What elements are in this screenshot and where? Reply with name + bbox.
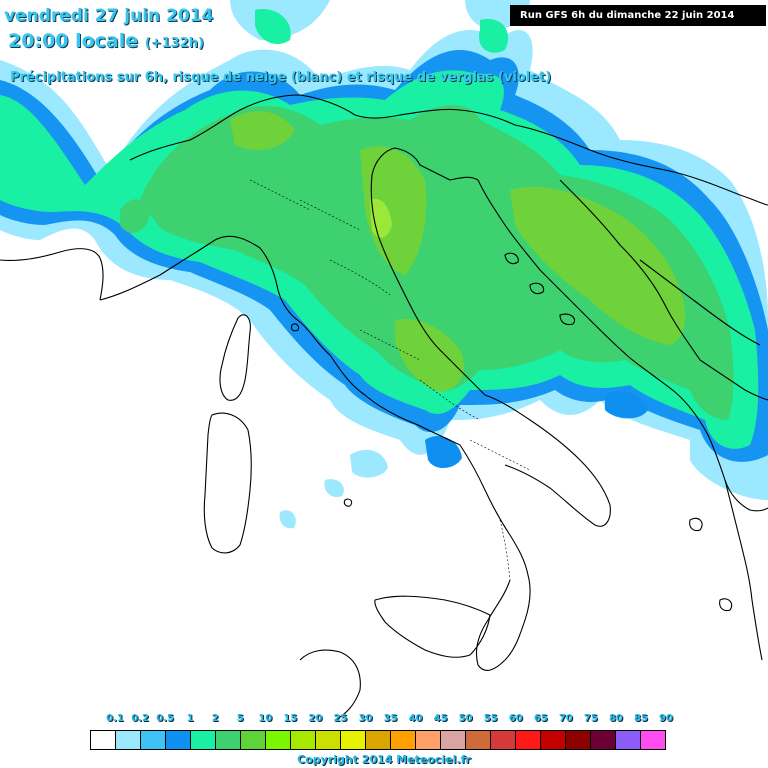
legend-label: 5	[236, 713, 244, 724]
legend-swatch	[541, 731, 566, 749]
legend-swatch	[641, 731, 665, 749]
legend-label: 0.2	[131, 713, 149, 724]
legend-label: 50	[458, 713, 473, 724]
legend-swatch	[466, 731, 491, 749]
legend-swatch	[191, 731, 216, 749]
legend-swatch	[266, 731, 291, 749]
legend-swatch	[216, 731, 241, 749]
legend-label: 1	[186, 713, 194, 724]
legend-label: 65	[533, 713, 548, 724]
forecast-time: 20:00 locale (+132h)	[8, 30, 204, 52]
legend-label: 30	[358, 713, 373, 724]
legend-label: 15	[283, 713, 298, 724]
legend-label: 60	[508, 713, 523, 724]
legend-swatch	[516, 731, 541, 749]
legend-swatch	[441, 731, 466, 749]
legend-label: 10	[258, 713, 273, 724]
legend-swatch	[291, 731, 316, 749]
legend-label: 25	[333, 713, 348, 724]
legend-swatch	[341, 731, 366, 749]
forecast-date: vendredi 27 juin 2014	[4, 6, 214, 26]
copyright-text: Copyright 2014 Meteociel.fr	[297, 753, 471, 766]
legend-swatch	[391, 731, 416, 749]
legend-label: 45	[433, 713, 448, 724]
forecast-time-label: 20:00 locale	[8, 30, 139, 52]
legend-label: 55	[483, 713, 498, 724]
legend-swatch	[416, 731, 441, 749]
legend-label: 80	[608, 713, 623, 724]
forecast-offset: (+132h)	[144, 36, 204, 51]
legend-swatch	[141, 731, 166, 749]
legend-label: 0.1	[106, 713, 124, 724]
legend-label: 0.5	[156, 713, 174, 724]
legend-swatch	[116, 731, 141, 749]
legend-label: 40	[408, 713, 423, 724]
run-info-banner: Run GFS 6h du dimanche 22 juin 2014	[510, 5, 766, 26]
legend-swatch	[566, 731, 591, 749]
legend-swatch	[91, 731, 116, 749]
legend-labels: 0.1 0.2 0.5 1 2 5 10 15 20 25 30 35 40 45 50 55 60 65 70 75…	[90, 713, 673, 727]
legend-swatch	[241, 731, 266, 749]
legend-swatch	[316, 731, 341, 749]
legend-swatch	[591, 731, 616, 749]
map-subtitle: Précipitations sur 6h, risque de neige (…	[10, 70, 552, 85]
legend-label: 70	[558, 713, 573, 724]
legend-swatch	[166, 731, 191, 749]
legend-label: 75	[583, 713, 598, 724]
legend-label: 85	[633, 713, 648, 724]
legend-swatch	[616, 731, 641, 749]
legend-label: 90	[659, 713, 673, 724]
legend-swatch	[491, 731, 516, 749]
precipitation-map	[0, 0, 768, 768]
legend-label: 20	[308, 713, 323, 724]
legend-label: 2	[211, 713, 219, 724]
legend-label: 35	[383, 713, 398, 724]
legend-swatch	[366, 731, 391, 749]
legend-color-bar	[90, 730, 666, 750]
